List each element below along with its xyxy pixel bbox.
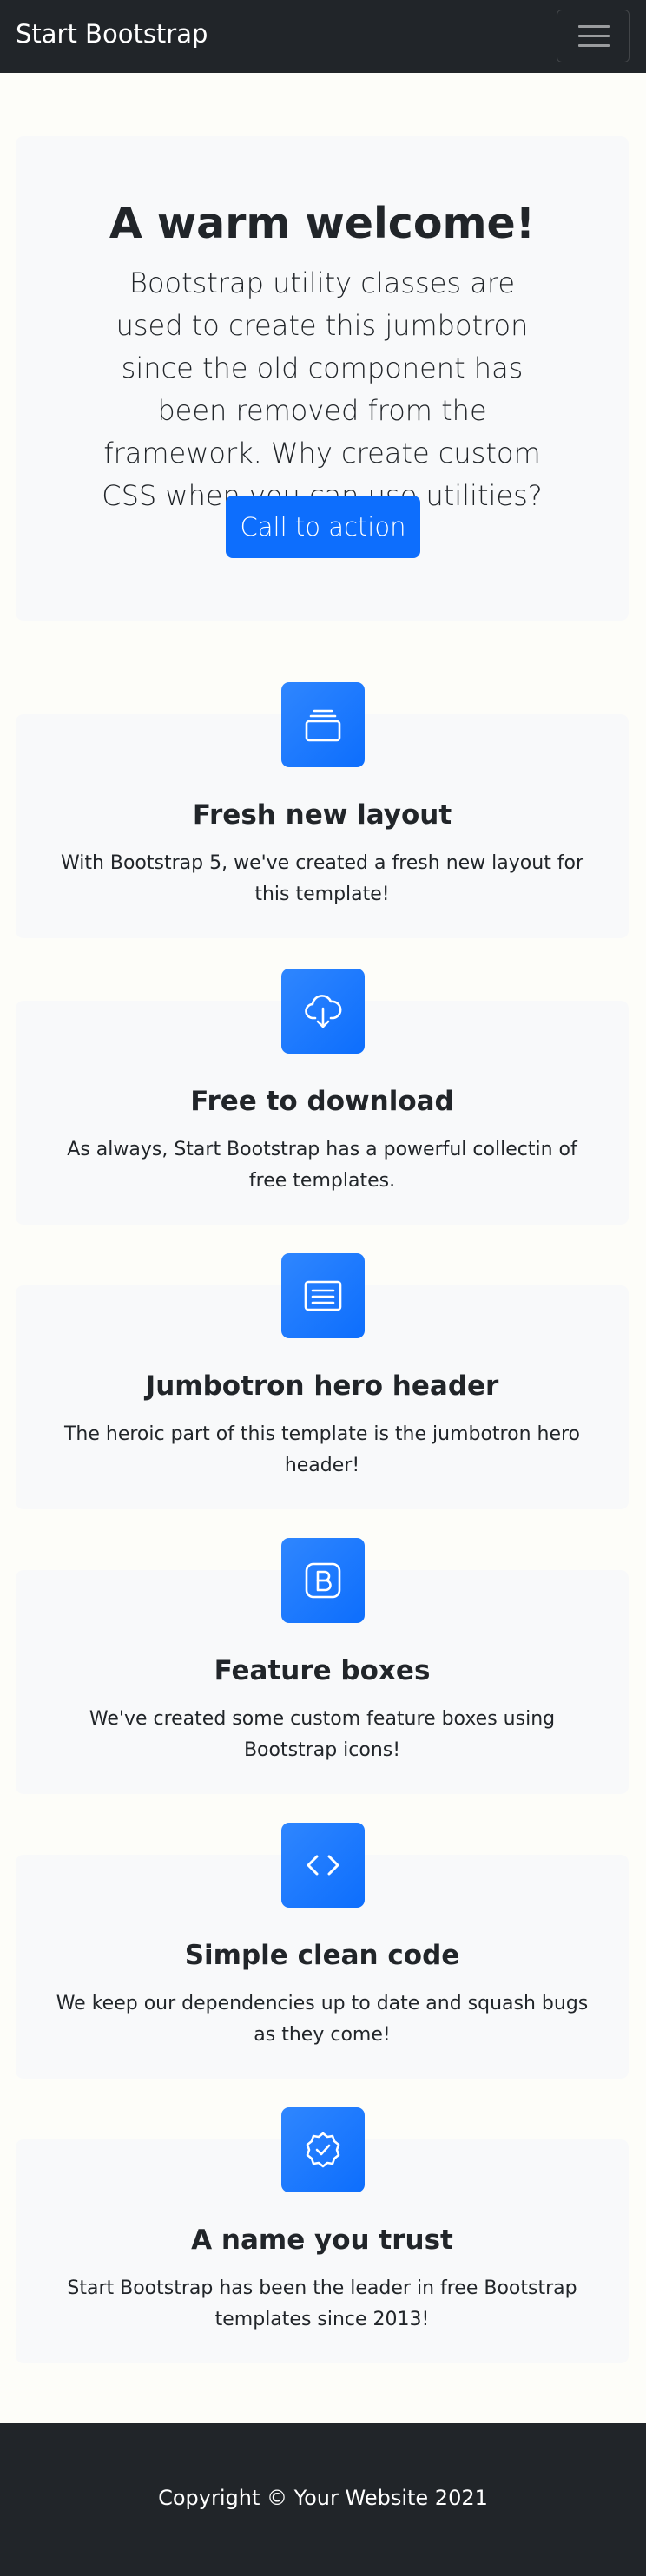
card-heading-icon: [281, 1253, 365, 1338]
feature-card-jumbotron-hero-header: Jumbotron hero header The heroic part of…: [16, 1253, 629, 1509]
feature-title: Jumbotron hero header: [145, 1370, 499, 1402]
code-icon: [281, 1823, 365, 1908]
hero-lead: Bootstrap utility classes are used to cr…: [102, 266, 543, 512]
feature-card-simple-clean-code: Simple clean code We keep our dependenci…: [16, 1823, 629, 2079]
navbar-toggler-button[interactable]: [557, 10, 630, 62]
bootstrap-icon: [281, 1538, 365, 1623]
feature-card-feature-boxes: Feature boxes We've created some custom …: [16, 1538, 629, 1794]
feature-text: We keep our dependencies up to date and …: [56, 1993, 589, 2046]
navbar-brand[interactable]: Start Bootstrap: [16, 19, 208, 49]
feature-text: As always, Start Bootstrap has a powerfu…: [67, 1139, 577, 1192]
collection-icon: [281, 682, 365, 767]
feature-text: With Bootstrap 5, we've created a fresh …: [60, 852, 584, 905]
feature-card-a-name-you-trust: A name you trust Start Bootstrap has bee…: [16, 2107, 629, 2363]
feature-card-free-to-download: Free to download As always, Start Bootst…: [16, 969, 629, 1225]
hero-jumbotron: A warm welcome! Bootstrap utility classe…: [16, 136, 629, 621]
navbar: Start Bootstrap: [0, 0, 646, 73]
feature-title: Free to download: [190, 1086, 454, 1117]
hamburger-icon-line: [578, 44, 610, 47]
hero-title: A warm welcome!: [109, 199, 536, 248]
call-to-action-button[interactable]: Call to action: [226, 496, 420, 558]
feature-title: Feature boxes: [214, 1655, 431, 1686]
feature-title: Simple clean code: [184, 1940, 460, 1971]
hamburger-icon-line: [578, 35, 610, 37]
feature-text: Start Bootstrap has been the leader in f…: [67, 2277, 577, 2330]
feature-text: The heroic part of this template is the …: [63, 1423, 581, 1476]
feature-text: We've created some custom feature boxes …: [89, 1708, 556, 1761]
cloud-download-icon: [281, 969, 365, 1054]
hamburger-icon: [578, 25, 610, 28]
feature-card-fresh-new-layout: Fresh new layout With Bootstrap 5, we've…: [16, 682, 629, 938]
footer: Copyright © Your Website 2021: [0, 2423, 646, 2576]
footer-copyright: Copyright © Your Website 2021: [158, 2486, 488, 2510]
feature-title: Fresh new layout: [192, 799, 452, 831]
feature-title: A name you trust: [191, 2224, 453, 2256]
patch-check-icon: [281, 2107, 365, 2192]
